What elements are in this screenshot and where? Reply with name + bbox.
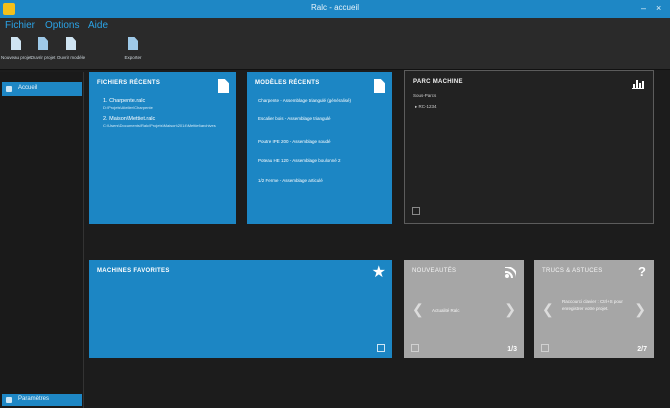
recent-file-item[interactable]: 1. Charpente.ralc D:\Projets\Atelier\Cha…	[103, 98, 153, 110]
previous-arrow-icon[interactable]: ❮	[412, 302, 424, 316]
recent-file-item[interactable]: 2. Maison\Mettiet.ralc C:\Users\Document…	[103, 116, 216, 128]
export-icon	[127, 37, 139, 52]
previous-arrow-icon[interactable]: ❮	[542, 302, 554, 316]
tips-tile[interactable]: TRUCS & ASTUCES ? ❮ ❯ Raccourci clavier …	[534, 260, 654, 358]
window-title: Ralc - accueil	[310, 3, 359, 12]
sidebar-item-parametres[interactable]: Paramètres	[2, 394, 82, 406]
favorite-machines-tile[interactable]: MACHINES FAVORITES ★	[89, 260, 392, 358]
recent-model-item[interactable]: Escalier bois - Assemblage triangulé	[258, 116, 331, 121]
tile-title: TRUCS & ASTUCES	[542, 268, 603, 274]
next-arrow-icon[interactable]: ❯	[504, 302, 516, 316]
star-icon: ★	[371, 264, 386, 281]
home-icon	[6, 86, 12, 92]
tips-pager: 2/7	[637, 346, 647, 353]
toolbar: Nouveau projet Ouvrir projet Ouvrir modè…	[0, 34, 670, 70]
tile-title: NOUVEAUTÉS	[412, 268, 457, 274]
bar-chart-icon	[632, 79, 644, 89]
expand-icon[interactable]	[377, 344, 385, 352]
tips-text: Raccourci clavier : Ctrl+S pour enregist…	[562, 299, 623, 311]
recent-model-item[interactable]: Poteau HE 120 - Assemblage boulonné 2	[258, 158, 341, 163]
export-button[interactable]: Exporter	[118, 37, 148, 60]
file-icon	[218, 79, 229, 93]
tile-title: PARC MACHINE	[413, 79, 463, 85]
new-project-button[interactable]: Nouveau projet	[1, 37, 32, 60]
news-text: Actualité Ralc	[432, 308, 460, 313]
rss-icon	[505, 267, 516, 278]
open-document-icon	[37, 37, 49, 52]
tile-title: MODÈLES RÉCENTS	[255, 80, 320, 86]
menu-fichier[interactable]: Fichier	[5, 20, 35, 31]
park-subtitle: Sous-Parcs	[413, 93, 437, 98]
next-arrow-icon[interactable]: ❯	[634, 302, 646, 316]
menu-aide[interactable]: Aide	[88, 20, 108, 31]
help-question-icon: ?	[638, 264, 646, 279]
file-icon	[374, 79, 385, 93]
recent-model-item[interactable]: Poutre IPE 200 - Assemblage soudé	[258, 139, 331, 144]
minimize-button[interactable]: –	[641, 3, 646, 13]
recent-files-tile[interactable]: FICHIERS RÉCENTS 1. Charpente.ralc D:\Pr…	[89, 72, 236, 224]
news-tile[interactable]: NOUVEAUTÉS ❮ ❯ Actualité Ralc 1/3	[404, 260, 524, 358]
expand-icon[interactable]	[411, 344, 419, 352]
menu-options[interactable]: Options	[45, 20, 79, 31]
open-template-icon	[65, 37, 77, 52]
recent-model-item[interactable]: Charpente - Assemblage triangulé (généra…	[258, 98, 351, 103]
park-machine-item[interactable]: ▸ RC-1234	[415, 104, 437, 110]
sidebar: Accueil Paramètres	[0, 72, 84, 408]
close-button[interactable]: ×	[656, 3, 661, 13]
title-bar: Ralc - accueil – ×	[0, 0, 670, 18]
news-pager: 1/3	[507, 346, 517, 353]
recent-models-tile[interactable]: MODÈLES RÉCENTS Charpente - Assemblage t…	[247, 72, 392, 224]
expand-icon[interactable]	[412, 207, 420, 215]
tile-title: FICHIERS RÉCENTS	[97, 80, 161, 86]
open-template-button[interactable]: Ouvrir modèle	[56, 37, 86, 60]
settings-icon	[6, 397, 12, 403]
machine-park-tile[interactable]: PARC MACHINE Sous-Parcs ▸ RC-1234	[404, 70, 654, 224]
sidebar-item-accueil[interactable]: Accueil	[2, 82, 82, 96]
tile-title: MACHINES FAVORITES	[97, 268, 170, 274]
new-document-icon	[10, 37, 22, 52]
open-project-button[interactable]: Ouvrir projet	[28, 37, 58, 60]
expand-icon[interactable]	[541, 344, 549, 352]
menu-bar: Fichier Options Aide	[0, 18, 670, 34]
recent-model-item[interactable]: 1/2 Ferme - Assemblage articulé	[258, 178, 323, 183]
